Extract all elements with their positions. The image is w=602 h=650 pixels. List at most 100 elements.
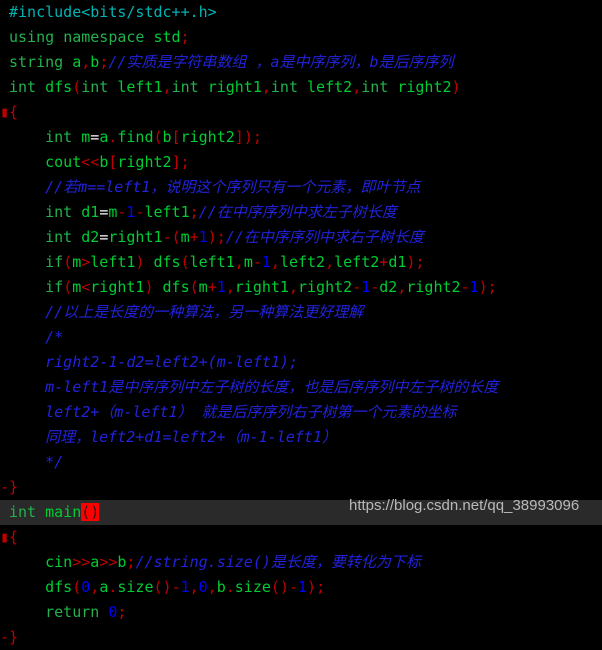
- code-line-16[interactable]: m-left1是中序序列中左子树的长度，也是后序序列中左子树的长度: [0, 375, 602, 400]
- token-method-size: size: [117, 578, 154, 596]
- code-line-11[interactable]: if(m>left1) dfs(left1,m-1,left2,left2+d1…: [0, 250, 602, 275]
- token-operator-stream: >>: [99, 553, 118, 571]
- code-editor[interactable]: #include<bits/stdc++.h> using namespace …: [0, 0, 602, 646]
- token-identifier-right2: right2: [117, 153, 172, 171]
- code-line-9[interactable]: int d1=m-1-left1;//在中序序列中求左子树长度: [0, 200, 602, 225]
- code-line-24[interactable]: dfs(0,a.size()-1,0,b.size()-1);: [0, 575, 602, 600]
- token-arg-m: m: [243, 253, 253, 271]
- token-function-dfs: dfs: [153, 253, 181, 271]
- token-identifier-a: a: [72, 53, 82, 71]
- token-paren-open: (: [153, 128, 163, 146]
- token-operator-plus: +: [189, 228, 199, 246]
- fold-marker-icon[interactable]: ▮: [0, 525, 9, 550]
- code-line-15[interactable]: right2-1-d2=left2+(m-left1);: [0, 350, 602, 375]
- token-identifier-m: m: [72, 253, 82, 271]
- token-number: 0: [108, 603, 118, 621]
- token-comma: ,: [81, 53, 91, 71]
- code-line-22[interactable]: ▮{: [0, 525, 602, 550]
- code-line-5[interactable]: ▮{: [0, 100, 602, 125]
- code-line-12[interactable]: if(m<right1) dfs(m+1,right1,right2-1-d2,…: [0, 275, 602, 300]
- token-arg-m: m: [198, 278, 208, 296]
- token-block-comment: 同理，left2+d1=left2+（m-1-left1）: [45, 428, 337, 446]
- token-keyword-int: int: [9, 503, 37, 521]
- token-dot: .: [108, 578, 118, 596]
- code-line-6[interactable]: int m=a.find(b[right2]);: [0, 125, 602, 150]
- token-comma: ,: [162, 78, 172, 96]
- token-operator-plus: +: [379, 253, 389, 271]
- code-line-17[interactable]: left2+（m-left1） 就是后序序列右子树第一个元素的坐标: [0, 400, 602, 425]
- token-semicolon: ;: [99, 53, 109, 71]
- token-semicolon: ;: [252, 128, 262, 146]
- token-comma: ,: [288, 278, 298, 296]
- token-keyword-int: int: [171, 78, 199, 96]
- token-paren-close: ): [478, 278, 488, 296]
- token-keyword-if: if: [45, 253, 64, 271]
- token-operator-stream: <<: [81, 153, 100, 171]
- code-line-13[interactable]: //以上是长度的一种算法，另一种算法更好理解: [0, 300, 602, 325]
- fold-marker-icon[interactable]: -: [0, 625, 9, 650]
- code-line-1[interactable]: #include<bits/stdc++.h>: [0, 0, 602, 25]
- token-identifier-a: a: [99, 578, 109, 596]
- token-paren-open: (: [63, 278, 73, 296]
- token-selected-parens[interactable]: (): [81, 503, 100, 521]
- token-identifier-b: b: [216, 578, 226, 596]
- code-line-4[interactable]: int dfs(int left1,int right1,int left2,i…: [0, 75, 602, 100]
- token-comma: ,: [352, 78, 362, 96]
- token-operator-minus: -: [162, 228, 172, 246]
- code-line-19[interactable]: */: [0, 450, 602, 475]
- token-arg-left2b: left2: [334, 253, 380, 271]
- token-dot: .: [225, 578, 235, 596]
- token-param-right2: right2: [397, 78, 452, 96]
- token-keyword-string: string: [9, 53, 64, 71]
- code-line-14[interactable]: /*: [0, 325, 602, 350]
- code-line-8[interactable]: //若m==left1，说明这个序列只有一个元素，即叶节点: [0, 175, 602, 200]
- token-comment: //实质是字符串数组 ，a是中序序列，b是后序序列: [108, 53, 454, 71]
- token-comment: //string.size()是长度，要转化为下标: [135, 553, 421, 571]
- token-comma: ,: [270, 253, 280, 271]
- token-comment: //若m==left1，说明这个序列只有一个元素，即叶节点: [45, 178, 421, 196]
- token-comma: ,: [261, 78, 271, 96]
- code-line-3[interactable]: string a,b;//实质是字符串数组 ，a是中序序列，b是后序序列: [0, 50, 602, 75]
- token-method-find: find: [117, 128, 154, 146]
- token-keyword-int: int: [270, 78, 298, 96]
- token-comma: ,: [189, 578, 199, 596]
- token-param-left2: left2: [307, 78, 353, 96]
- token-identifier-cout: cout: [45, 153, 82, 171]
- token-identifier-cin: cin: [45, 553, 73, 571]
- token-operator-minus: -: [460, 278, 470, 296]
- token-block-comment-end: */: [45, 453, 64, 471]
- token-identifier-std: std: [153, 28, 181, 46]
- code-line-2[interactable]: using namespace std;: [0, 25, 602, 50]
- code-line-23[interactable]: cin>>a>>b;//string.size()是长度，要转化为下标: [0, 550, 602, 575]
- token-operator-minus: -: [370, 278, 380, 296]
- token-number: 1: [180, 578, 190, 596]
- token-identifier-d2: d2: [81, 228, 100, 246]
- token-arg-d1: d1: [388, 253, 407, 271]
- code-line-10[interactable]: int d2=right1-(m+1);//在中序序列中求右子树长度: [0, 225, 602, 250]
- code-line-25[interactable]: return 0;: [0, 600, 602, 625]
- code-line-18[interactable]: 同理，left2+d1=left2+（m-1-left1）: [0, 425, 602, 450]
- fold-marker-icon[interactable]: -: [0, 475, 9, 500]
- fold-marker-icon[interactable]: ▮: [0, 100, 9, 125]
- token-operator-minus: -: [252, 253, 262, 271]
- token-param-right1: right1: [207, 78, 262, 96]
- code-line-26[interactable]: -}: [0, 625, 602, 650]
- token-comma: ,: [207, 578, 217, 596]
- watermark-url: https://blog.csdn.net/qq_38993096: [349, 497, 580, 514]
- token-identifier-b: b: [117, 553, 127, 571]
- token-operator-assign: =: [99, 228, 109, 246]
- code-line-7[interactable]: cout<<b[right2];: [0, 150, 602, 175]
- token-operator-minus: -: [352, 278, 362, 296]
